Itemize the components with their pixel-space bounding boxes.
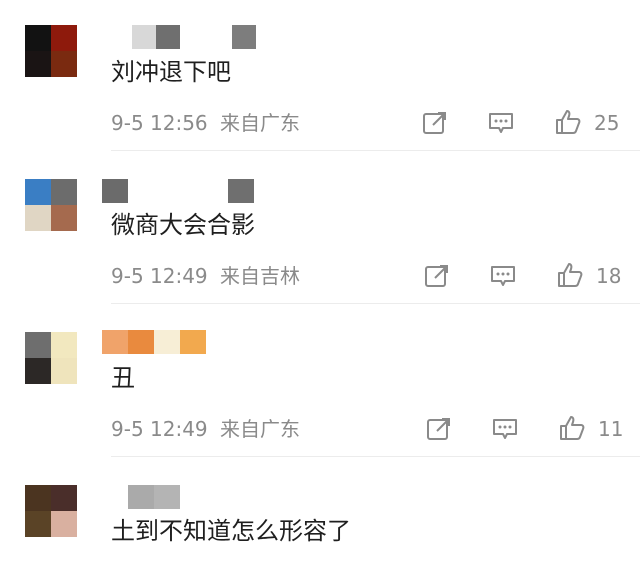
avatar[interactable]: [25, 25, 77, 77]
comment-location: 来自广东: [220, 417, 301, 441]
avatar[interactable]: [25, 485, 77, 537]
comment-text: 土到不知道怎么形容了: [111, 517, 351, 545]
comment-text: 刘冲退下吧: [111, 58, 231, 86]
avatar-pixel: [25, 332, 51, 358]
divider: [111, 456, 640, 457]
avatar-pixel: [51, 332, 77, 358]
avatar-pixel: [25, 485, 51, 511]
like-icon[interactable]: [554, 108, 582, 136]
avatar-pixel: [51, 179, 77, 205]
avatar-pixel: [51, 25, 77, 51]
avatar-pixel: [25, 25, 51, 51]
comment-icon[interactable]: [491, 415, 519, 443]
comment-time: 9-5 12:56: [111, 111, 208, 135]
avatar-pixel: [51, 51, 77, 77]
avatar-pixel: [51, 485, 77, 511]
comment-meta: 9-5 12:56 来自广东: [111, 111, 300, 135]
comment-meta: 9-5 12:49 来自吉林: [111, 264, 300, 288]
avatar-pixel: [51, 511, 77, 537]
like-icon[interactable]: [558, 414, 586, 442]
share-icon[interactable]: [423, 262, 451, 290]
share-icon[interactable]: [425, 415, 453, 443]
comment-list: 刘冲退下吧 9-5 12:56 来自广东 25 微商大会合影 9-5 12:49…: [0, 0, 640, 564]
share-icon[interactable]: [421, 109, 449, 137]
avatar[interactable]: [25, 179, 77, 231]
divider: [111, 150, 640, 151]
like-count: 18: [596, 264, 622, 288]
avatar[interactable]: [25, 332, 77, 384]
comment-time: 9-5 12:49: [111, 264, 208, 288]
avatar-pixel: [25, 179, 51, 205]
comment-meta: 9-5 12:49 来自广东: [111, 417, 300, 441]
like-count: 25: [594, 111, 620, 135]
comment-location: 来自吉林: [220, 264, 301, 288]
avatar-pixel: [25, 511, 51, 537]
avatar-pixel: [25, 205, 51, 231]
comment-icon[interactable]: [489, 262, 517, 290]
avatar-pixel: [51, 358, 77, 384]
like-count: 11: [598, 417, 624, 441]
avatar-pixel: [51, 205, 77, 231]
avatar-pixel: [25, 358, 51, 384]
like-icon[interactable]: [556, 261, 584, 289]
comment-time: 9-5 12:49: [111, 417, 208, 441]
comment-text: 微商大会合影: [111, 211, 255, 239]
avatar-pixel: [25, 51, 51, 77]
comment-text: 丑: [111, 364, 135, 392]
comment-icon[interactable]: [487, 109, 515, 137]
divider: [111, 303, 640, 304]
comment-location: 来自广东: [220, 111, 301, 135]
